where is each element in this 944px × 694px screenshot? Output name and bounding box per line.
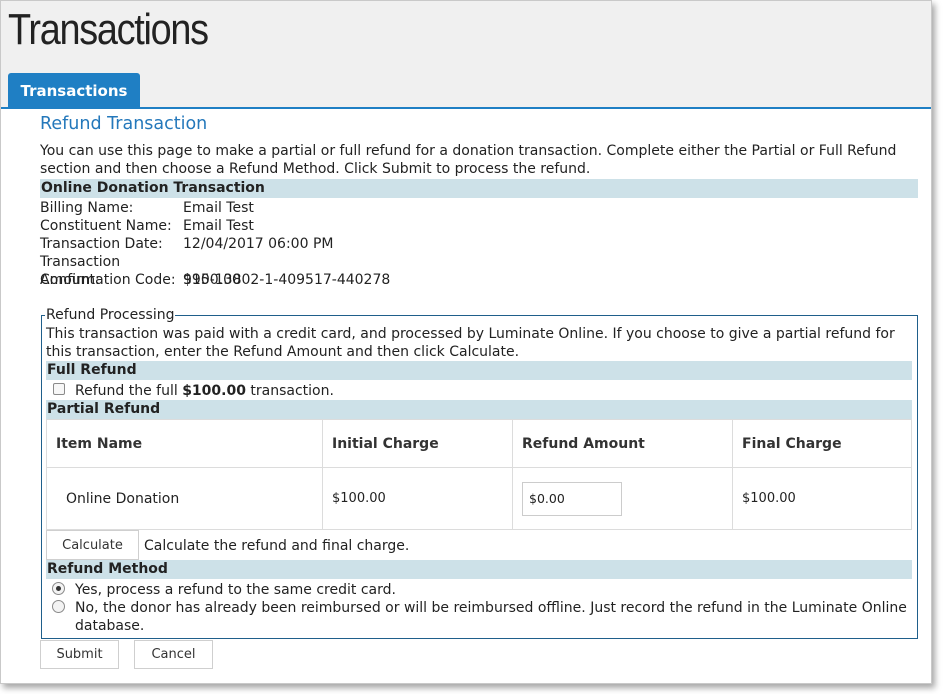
online-donation-heading: Online Donation Transaction [40,179,918,198]
table-row: Online Donation $100.00 $100.00 [46,467,912,530]
table-header-row: Item Name Initial Charge Refund Amount F… [46,419,912,468]
item-name-cell: Online Donation [46,467,323,530]
field-label: Constituent Name: [40,218,172,234]
full-refund-text-after: transaction. [245,383,334,399]
column-header-item-name: Item Name [46,419,323,468]
field-value: 995-13802-1-409517-440278 [183,272,391,288]
tab-underline [1,107,931,109]
cancel-button[interactable]: Cancel [134,640,213,669]
page-header: Transactions Transactions [1,1,931,108]
constituent-name-row: Constituent Name: Email Test [40,217,254,235]
tab-transactions[interactable]: Transactions [8,73,140,108]
refund-transaction-heading: Refund Transaction [40,114,208,134]
field-value: Email Test [183,200,254,216]
confirmation-code-row: Confirmation Code: 995-13802-1-409517-440… [40,271,390,289]
refund-same-card-label: Yes, process a refund to the same credit… [75,582,396,598]
full-refund-label: Refund the full $100.00 transaction. [75,382,334,400]
refund-amount-input[interactable] [522,481,622,516]
column-header-final-charge: Final Charge [732,419,912,468]
field-label: Billing Name: [40,200,134,216]
field-label: Transaction Date: [40,236,163,252]
billing-name-row: Billing Name: Email Test [40,199,254,217]
intro-text: You can use this page to make a partial … [40,143,897,177]
refund-processing-legend: Refund Processing [45,306,176,324]
full-refund-amount: $100.00 [182,383,246,399]
initial-charge-cell: $100.00 [322,467,513,530]
calculate-help-text: Calculate the refund and final charge. [144,538,410,554]
field-label: Confirmation Code: [40,272,176,288]
page-title: Transactions [8,5,209,54]
record-offline-label: No, the donor has already been reimburse… [75,600,907,634]
full-refund-checkbox[interactable] [53,383,65,395]
partial-refund-heading: Partial Refund [46,400,912,419]
calculate-button[interactable]: Calculate [46,530,139,560]
full-refund-heading: Full Refund [46,361,912,380]
refund-amount-cell [512,467,733,530]
refund-method-heading: Refund Method [46,560,912,579]
record-offline-radio[interactable] [52,600,65,613]
transaction-date-row: Transaction Date: 12/04/2017 06:00 PM [40,235,333,253]
field-value: Email Test [183,218,254,234]
column-header-initial-charge: Initial Charge [322,419,513,468]
field-value: 12/04/2017 06:00 PM [183,236,334,252]
column-header-refund-amount: Refund Amount [512,419,733,468]
processing-description: This transaction was paid with a credit … [46,326,895,360]
submit-button[interactable]: Submit [40,640,119,669]
refund-same-card-radio[interactable] [52,582,65,595]
partial-refund-table: Item Name Initial Charge Refund Amount F… [46,419,912,530]
final-charge-cell: $100.00 [732,467,912,530]
full-refund-text-before: Refund the full [75,383,183,399]
